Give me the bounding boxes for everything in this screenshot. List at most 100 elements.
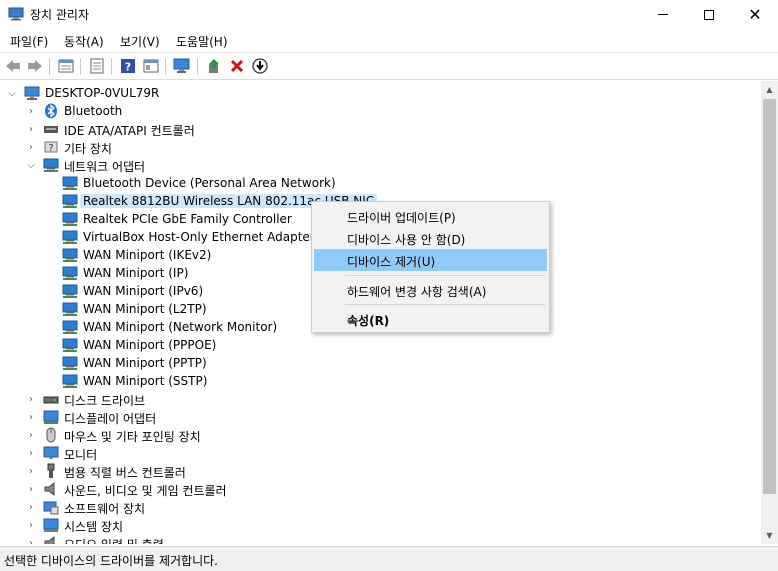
chevron-right-icon[interactable]: › [25,519,37,531]
close-button[interactable]: ✕ [732,0,778,29]
chevron-right-icon[interactable]: › [25,465,37,477]
tree-item-ide[interactable]: › IDE ATA/ATAPI 컨트롤러 [0,120,761,139]
title-bar: 장치 관리자 ✕ [0,0,778,29]
device-manager-icon [8,7,24,21]
tree-item-software-devices[interactable]: › 소프트웨어 장치 [0,498,761,516]
chevron-down-icon[interactable]: ⌵ [25,159,37,171]
tree-item-label: WAN Miniport (PPTP) [83,356,207,370]
tree-item-system-devices[interactable]: › 시스템 장치 [0,516,761,534]
menu-help[interactable]: 도움말(H) [176,33,228,50]
help-icon: ? [121,59,135,74]
menu-view[interactable]: 보기(V) [120,33,160,50]
triangle-up-icon: ▲ [766,85,773,94]
red-x-icon [230,59,244,73]
system-device-icon [43,518,59,532]
chevron-right-icon[interactable]: › [25,411,37,423]
svg-text:?: ? [48,143,53,154]
ctx-uninstall-device[interactable]: 디바이스 제거(U) [314,249,547,271]
disable-device-button[interactable] [251,57,269,75]
ctx-disable-device[interactable]: 디바이스 사용 안 함(D) [314,227,547,249]
tree-item-label: Bluetooth [64,104,123,118]
minimize-icon [658,14,668,15]
tree-item-label: 소프트웨어 장치 [64,502,146,516]
chevron-right-icon[interactable]: › [25,429,37,441]
menu-separator [345,275,545,276]
monitor-scan-icon [173,58,190,73]
chevron-right-icon[interactable]: › [25,105,37,117]
document-button[interactable] [88,57,106,75]
ctx-item-label: 디바이스 제거(U) [347,255,436,269]
tree-item-sound[interactable]: › 사운드, 비디오 및 게임 컨트롤러 [0,480,761,498]
ide-controller-icon [44,126,58,133]
tree-item-label: 시스템 장치 [64,520,124,534]
vertical-scrollbar[interactable]: ▲ ▼ [761,81,778,544]
chevron-right-icon[interactable]: › [25,123,37,135]
network-adapter-icon [62,176,78,190]
menu-file[interactable]: 파일(F) [10,33,48,50]
network-adapter-icon [62,338,78,352]
chevron-right-icon[interactable]: › [25,393,37,405]
forward-button[interactable] [26,57,44,75]
tree-item-adapter[interactable]: WAN Miniport (SSTP) [0,372,761,390]
menu-action[interactable]: 동작(A) [64,33,104,50]
minimize-button[interactable] [640,0,686,29]
chevron-right-icon[interactable]: › [25,141,37,153]
tree-item-display-adapters[interactable]: › 디스플레이 어댑터 [0,408,761,426]
uninstall-device-button[interactable] [228,57,246,75]
bluetooth-icon [45,103,57,119]
back-button[interactable] [4,57,22,75]
network-adapter-icon [62,248,78,262]
ctx-scan-hardware[interactable]: 하드웨어 변경 사항 검색(A) [314,279,547,301]
scroll-down-button[interactable]: ▼ [761,527,778,544]
update-driver-button[interactable] [205,57,223,75]
tree-item-usb-controllers[interactable]: › 범용 직렬 버스 컨트롤러 [0,462,761,480]
tree-item-adapter[interactable]: WAN Miniport (PPPOE) [0,336,761,354]
tree-item-bluetooth[interactable]: › Bluetooth [0,102,761,120]
chevron-down-icon[interactable]: ⌵ [6,87,18,99]
tree-item-label: Realtek PCIe GbE Family Controller [83,212,292,226]
tree-item-label: WAN Miniport (L2TP) [83,302,207,316]
tree-item-label: WAN Miniport (Network Monitor) [83,320,278,334]
scan-hardware-button[interactable] [173,57,191,75]
tree-item-other-devices[interactable]: › ? 기타 장치 [0,138,761,156]
window-view-icon [143,59,159,73]
chevron-right-icon[interactable]: › [25,483,37,495]
usb-icon [47,463,55,478]
disk-drive-icon [43,396,59,404]
tree-item-adapter[interactable]: WAN Miniport (PPTP) [0,354,761,372]
tree-item-label: VirtualBox Host-Only Ethernet Adapter [83,230,315,244]
chevron-right-icon[interactable]: › [25,501,37,513]
network-adapter-icon [62,302,78,316]
tree-item-label: WAN Miniport (SSTP) [83,374,208,388]
properties-view-button[interactable] [57,57,75,75]
toolbar: ? [0,52,778,80]
network-adapter-icon [62,284,78,298]
ctx-update-driver[interactable]: 드라이버 업데이트(P) [314,205,547,227]
update-driver-icon [209,59,219,73]
ctx-item-label: 하드웨어 변경 사항 검색(A) [347,285,487,299]
help-button[interactable]: ? [119,57,137,75]
network-adapter-icon [43,158,59,172]
chevron-right-icon[interactable]: › [25,537,37,545]
tree-item-adapter[interactable]: Bluetooth Device (Personal Area Network) [0,174,761,192]
scrollbar-thumb[interactable] [763,99,776,494]
display-adapter-icon [43,410,59,424]
network-adapter-icon [62,320,78,334]
ctx-properties[interactable]: 속성(R) [314,308,547,330]
scroll-up-button[interactable]: ▲ [761,81,778,98]
tree-item-mice[interactable]: › 마우스 및 기타 포인팅 장치 [0,426,761,444]
arrow-left-icon [6,60,20,72]
chevron-right-icon[interactable]: › [25,447,37,459]
close-icon: ✕ [748,4,762,24]
tree-item-label: WAN Miniport (PPPOE) [83,338,217,352]
maximize-button[interactable] [686,0,732,29]
ctx-item-label: 속성(R) [347,314,390,328]
tree-item-monitors[interactable]: › 모니터 [0,444,761,462]
tree-item-network-adapters[interactable]: ⌵ 네트워크 어댑터 [0,156,761,174]
tree-item-audio-io[interactable]: › 오디오 입력 및 출력 [0,534,761,544]
tree-item-label: 디스크 드라이브 [64,394,146,408]
tree-item-root[interactable]: ⌵ DESKTOP-0VUL79R [0,84,761,102]
tree-item-disk-drives[interactable]: › 디스크 드라이브 [0,390,761,409]
audio-io-icon [44,535,55,544]
view-button[interactable] [142,57,160,75]
